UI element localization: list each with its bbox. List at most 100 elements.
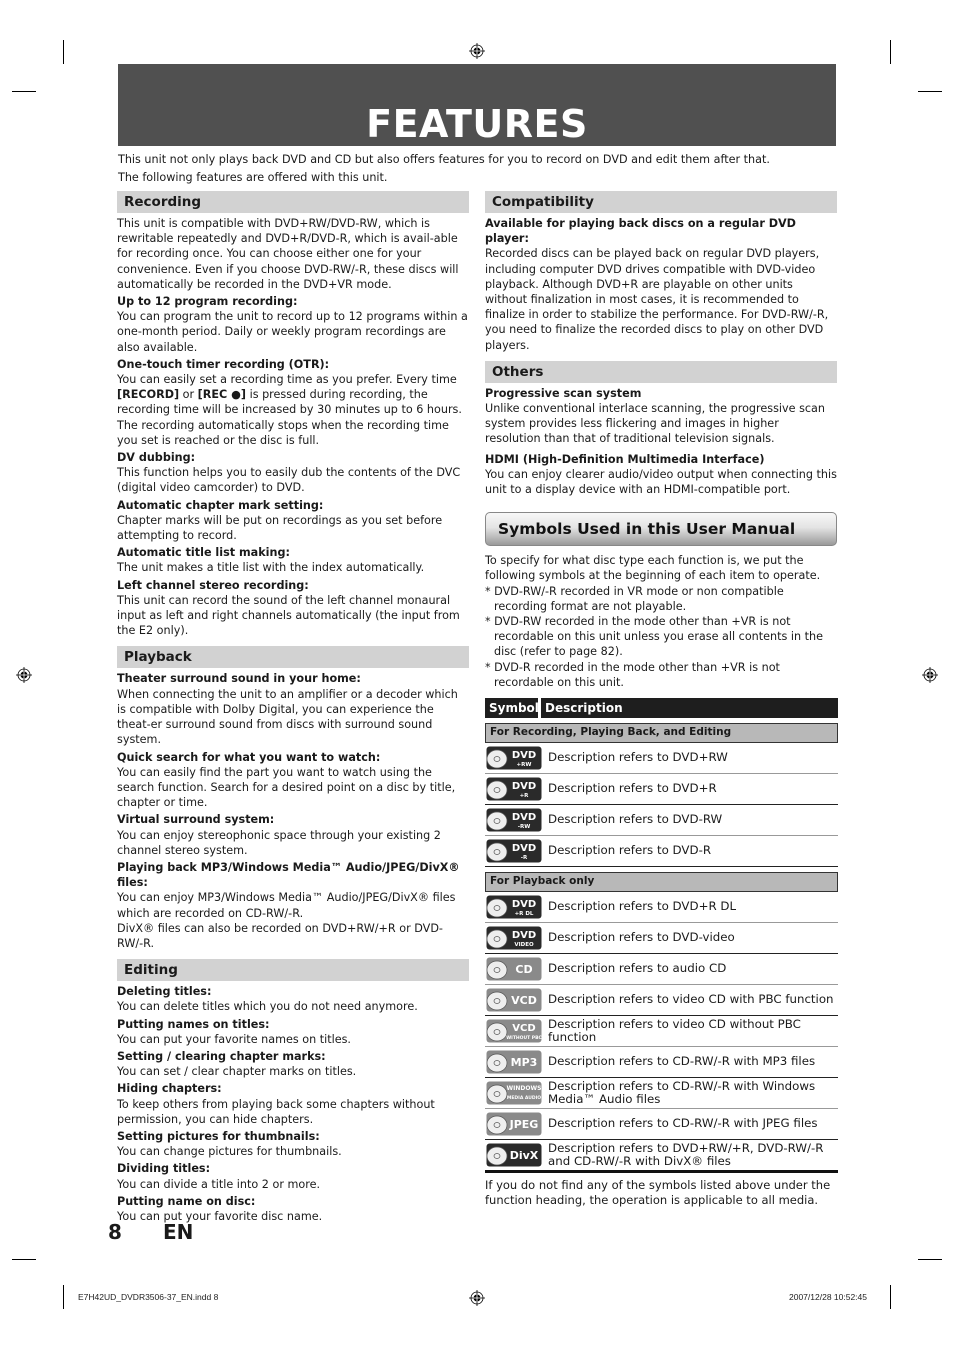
symbol-main-label: DVD bbox=[512, 899, 536, 910]
feature-text: You can enjoy MP3/Windows Media™ Audio/J… bbox=[117, 891, 456, 920]
feature-title: Dividing titles: bbox=[117, 1162, 211, 1176]
text-fragment: or bbox=[179, 388, 198, 402]
symbol-sub-label: +R bbox=[520, 793, 530, 799]
feature-text: You can delete titles which you do not n… bbox=[117, 1000, 418, 1014]
section-editing: Editing Deleting titles: You can delete … bbox=[117, 959, 469, 1224]
symbol-sub-label: +R DL bbox=[515, 911, 534, 917]
feature-title: Putting names on titles: bbox=[117, 1017, 270, 1031]
section-heading: Playback bbox=[117, 646, 469, 669]
footer-timestamp: 2007/12/28 10:52:45 bbox=[789, 1292, 867, 1302]
intro: This unit not only plays back DVD and CD… bbox=[118, 151, 838, 187]
symbol-description: Description refers to CD-RW/-R with MP3 … bbox=[548, 1054, 816, 1069]
dvd-video-icon: DVDVIDEO bbox=[486, 926, 542, 950]
feature-text: You can enjoy clearer audio/video output… bbox=[485, 467, 837, 497]
divx-icon: DivX bbox=[486, 1143, 542, 1167]
vcd-without-pbc-icon: VCDWITHOUT PBC bbox=[486, 1019, 542, 1043]
feature-title: Up to 12 program recording: bbox=[117, 295, 298, 309]
feature-title: Theater surround sound in your home: bbox=[117, 672, 361, 686]
crop-mark bbox=[63, 40, 64, 64]
audio-cd-icon: CD bbox=[486, 957, 542, 981]
symbol-sub-label: -RW bbox=[518, 824, 531, 830]
table-row: VCD Description refers to video CD with P… bbox=[485, 985, 838, 1017]
feature-title: Deleting titles: bbox=[117, 985, 212, 999]
symbols-note: * DVD-RW recorded in the mode other than… bbox=[485, 615, 823, 659]
feature-text: You can set / clear chapter marks on tit… bbox=[117, 1065, 357, 1079]
crop-mark bbox=[12, 91, 36, 92]
table-body: For Recording, Playing Back, and Editing… bbox=[485, 723, 838, 1174]
feature-text: This unit can record the sound of the le… bbox=[117, 593, 460, 638]
symbol-description: Description refers to audio CD bbox=[548, 961, 727, 976]
column-header-symbol: Symbol bbox=[485, 698, 539, 719]
table-row: MP3 Description refers to CD-RW/-R with M… bbox=[485, 1047, 838, 1079]
feature-text: This function helps you to easily dub th… bbox=[117, 466, 461, 495]
feature-title: Setting / clearing chapter marks: bbox=[117, 1049, 326, 1063]
symbol-description: Description refers to CD-RW/-R with JPEG… bbox=[548, 1116, 818, 1131]
crop-mark bbox=[890, 1285, 891, 1309]
section-heading: Compatibility bbox=[485, 191, 837, 213]
symbol-sub-label: +RW bbox=[517, 762, 532, 768]
category-row: For Playback only bbox=[485, 872, 838, 893]
feature-title: DV dubbing: bbox=[117, 451, 196, 465]
symbol-description: Description refers to DVD-RW bbox=[548, 812, 723, 827]
page-language: EN bbox=[163, 1220, 194, 1244]
feature-title: Automatic title list making: bbox=[117, 546, 290, 560]
table-row: CD Description refers to audio CD bbox=[485, 954, 838, 986]
table-row: DVD -R Description refers to DVD-R bbox=[485, 836, 838, 868]
feature-text: When connecting the unit to an amplifier… bbox=[117, 687, 458, 747]
feature-title: Virtual surround system: bbox=[117, 813, 275, 827]
column-header-description: Description bbox=[541, 698, 838, 719]
feature-title: Quick search for what you want to watch: bbox=[117, 750, 381, 764]
intro-line: The following features are offered with … bbox=[118, 171, 388, 184]
registration-mark-icon bbox=[922, 667, 938, 683]
symbols-note: * DVD-R recorded in the mode other than … bbox=[485, 660, 780, 689]
symbol-description: Description refers to video CD with PBC … bbox=[548, 992, 834, 1007]
page-title: FEATURES bbox=[366, 102, 588, 146]
symbol-sub-label: -R bbox=[521, 855, 528, 861]
symbol-description: Description refers to DVD+R DL bbox=[548, 899, 737, 914]
rec-key-label: [REC ●] bbox=[197, 388, 247, 402]
section-recording: Recording This unit is compatible with D… bbox=[117, 191, 469, 638]
symbol-description: Description refers to DVD+RW bbox=[548, 750, 728, 765]
vcd-icon: VCD bbox=[486, 988, 542, 1012]
registration-mark-icon bbox=[16, 667, 32, 683]
category-row: For Recording, Playing Back, and Editing bbox=[485, 723, 838, 744]
symbol-main-label: DVD bbox=[512, 812, 536, 823]
dvd-minus-r-icon: DVD-R bbox=[486, 839, 542, 863]
dvd-plus-r-dl-icon: DVD+R DL bbox=[486, 895, 542, 919]
symbols-heading: Symbols Used in this User Manual bbox=[485, 512, 837, 547]
page-number: 8 bbox=[108, 1220, 122, 1244]
table-row: DVD +R DL Description refers to DVD+R DL bbox=[485, 892, 838, 924]
feature-title: Playing back MP3/Windows Media™ Audio/JP… bbox=[117, 860, 460, 890]
registration-mark-icon bbox=[469, 43, 485, 59]
crop-mark bbox=[63, 1285, 64, 1309]
symbol-main-label: JPEG bbox=[509, 1118, 539, 1131]
table-row: DVD +RW Description refers to DVD+RW bbox=[485, 743, 838, 775]
section-symbols: Symbols Used in this User Manual To spec… bbox=[485, 512, 838, 1208]
table-row: WINDOWS MEDIA AUDIO Description refers to … bbox=[485, 1078, 838, 1110]
left-column: Recording This unit is compatible with D… bbox=[117, 191, 469, 1224]
feature-title: Available for playing back discs on a re… bbox=[485, 217, 796, 246]
symbol-description: Description refers to DVD-video bbox=[548, 930, 735, 945]
table-row: DivX Description refers to DVD+RW/+R, DVD… bbox=[485, 1140, 838, 1174]
symbol-sub-label: MEDIA AUDIO bbox=[507, 1095, 541, 1101]
symbol-sub-label: WITHOUT PBC bbox=[506, 1035, 542, 1041]
symbol-main-label: CD bbox=[515, 963, 532, 976]
section-intro: This unit is compatible with DVD+RW/DVD-… bbox=[117, 217, 459, 291]
feature-text: You can enjoy stereophonic space through… bbox=[117, 828, 441, 857]
section-playback: Playback Theater surround sound in your … bbox=[117, 646, 469, 951]
feature-text: DivX® files can also be recorded on DVD+… bbox=[117, 921, 443, 950]
footer-filename: E7H42UD_DVDR3506-37_EN.indd 8 bbox=[78, 1292, 219, 1302]
title-banner: FEATURES bbox=[118, 64, 836, 146]
section-compatibility: Compatibility Available for playing back… bbox=[485, 191, 837, 353]
dvd-plus-rw-icon: DVD+RW bbox=[486, 746, 542, 770]
dvd-minus-rw-icon: DVD-RW bbox=[486, 808, 542, 832]
symbol-description: Description refers to CD-RW/-R with Wind… bbox=[548, 1078, 816, 1107]
table-row: JPEG Description refers to CD-RW/-R with … bbox=[485, 1109, 838, 1141]
feature-text: You can put your favorite names on title… bbox=[117, 1032, 351, 1046]
feature-title: Left channel stereo recording: bbox=[117, 578, 309, 592]
symbol-main-label: DivX bbox=[510, 1149, 539, 1162]
symbol-main-label: DVD bbox=[512, 781, 536, 792]
intro-line: This unit not only plays back DVD and CD… bbox=[118, 153, 770, 166]
symbol-main-label: DVD bbox=[512, 750, 536, 761]
